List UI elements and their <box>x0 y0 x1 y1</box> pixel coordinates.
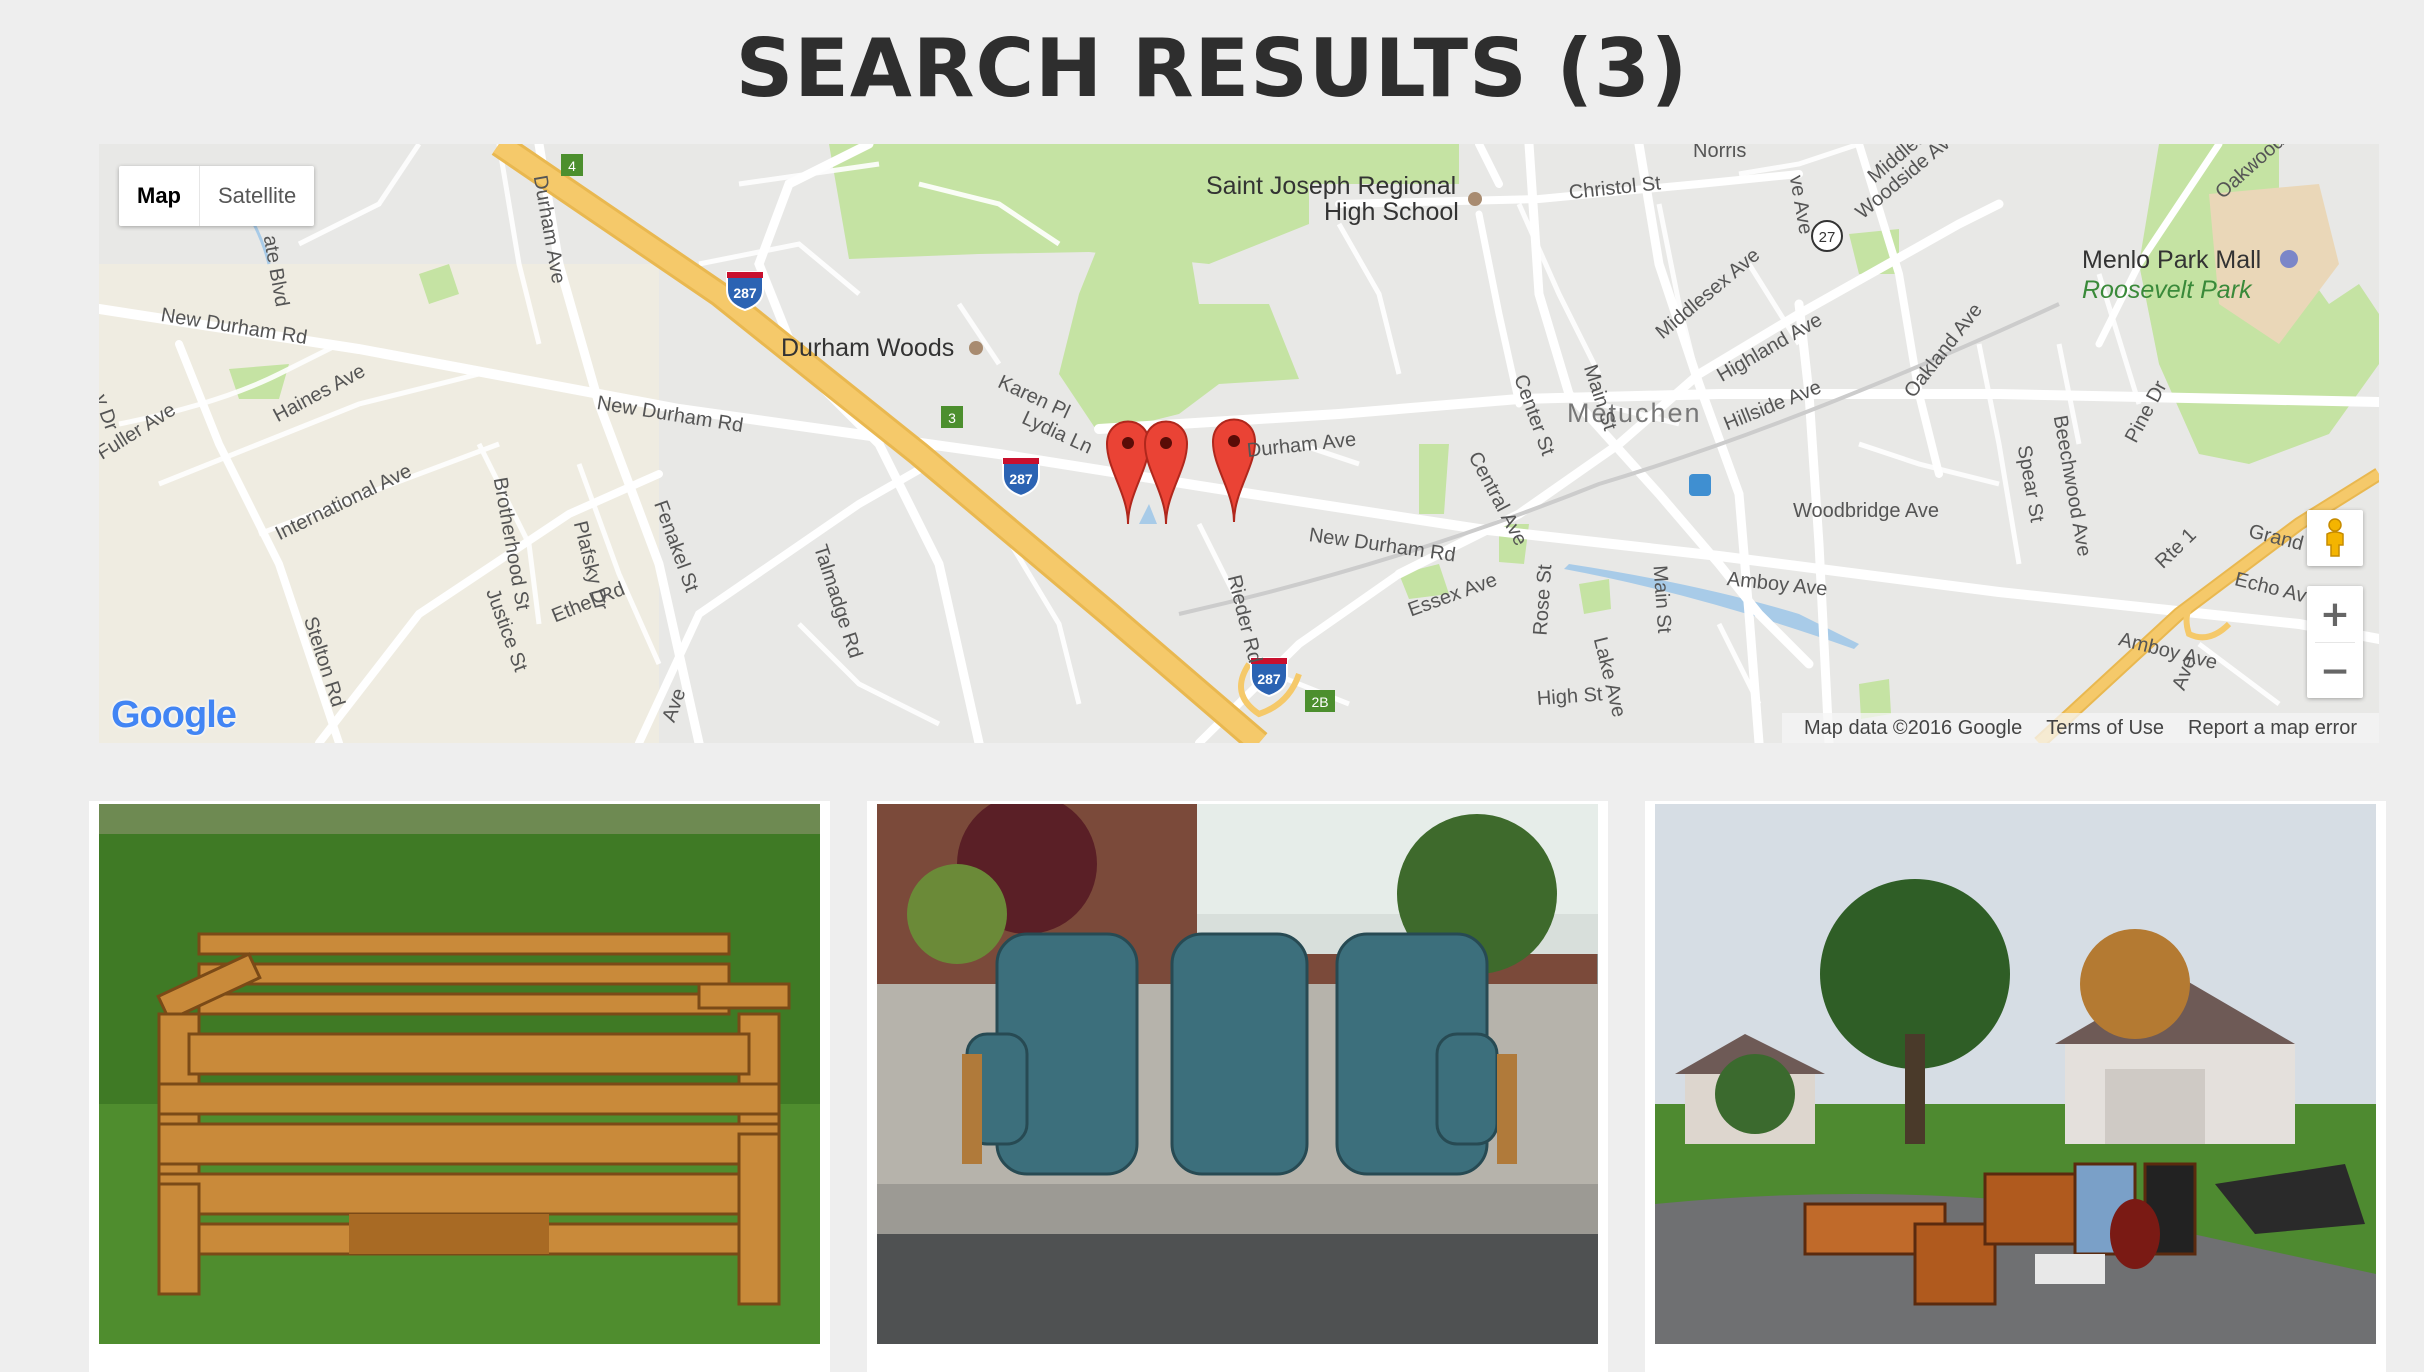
google-logo-text: Google <box>111 694 237 736</box>
street-view-pegman[interactable] <box>2307 510 2363 566</box>
map-type-control: Map Satellite <box>119 166 315 226</box>
train-station-icon <box>1689 474 1711 496</box>
map-type-satellite-button[interactable]: Satellite <box>199 166 314 226</box>
results-map[interactable]: 287 287 287 4 3 2B 27 Saint Joseph Regio… <box>99 144 2379 743</box>
curbside-photo <box>1655 804 2376 1344</box>
map-label-durham-woods: Durham Woods <box>781 334 955 362</box>
svg-text:3: 3 <box>948 410 956 426</box>
zoom-in-button[interactable]: + <box>2307 586 2363 642</box>
school-poi-icon <box>1468 192 1482 206</box>
map-label-high-st: High St <box>1536 683 1604 710</box>
recliners-photo <box>877 804 1598 1344</box>
map-label-roosevelt-park: Roosevelt Park <box>2082 276 2252 304</box>
result-card-3[interactable] <box>1645 801 2386 1372</box>
interstate-287-shield-b: 287 <box>1002 457 1040 498</box>
exit-4-sign: 4 <box>561 154 583 176</box>
svg-text:4: 4 <box>568 158 576 174</box>
map-label-main-st-2: Main St <box>1648 564 1676 634</box>
svg-text:27: 27 <box>1819 229 1836 246</box>
map-label-menlo-park-mall: Menlo Park Mall <box>2082 246 2262 274</box>
zoom-control: + − <box>2307 586 2363 698</box>
svg-text:287: 287 <box>733 285 757 301</box>
durham-woods-poi-icon <box>969 341 983 355</box>
bench-photo <box>99 804 820 1344</box>
mall-poi-icon <box>2280 250 2298 268</box>
map-attribution: Map data ©2016 Google Terms of Use Repor… <box>1781 713 2379 743</box>
svg-text:2B: 2B <box>1311 694 1328 710</box>
result-image-bench[interactable] <box>99 804 820 1344</box>
svg-text:287: 287 <box>1009 471 1033 487</box>
map-canvas[interactable]: 287 287 287 4 3 2B 27 <box>99 144 2379 743</box>
report-map-error-link[interactable]: Report a map error <box>2176 713 2369 743</box>
terms-of-use-link[interactable]: Terms of Use <box>2034 713 2176 743</box>
result-image-recliners[interactable] <box>877 804 1598 1344</box>
route-27-shield: 27 <box>1811 220 1843 252</box>
map-label-metuchen: Metuchen <box>1567 398 1702 428</box>
map-label-norris: Norris <box>1693 144 1747 162</box>
map-type-map-button[interactable]: Map <box>119 166 199 226</box>
interstate-287-shield-a: 287 <box>726 271 764 312</box>
result-image-curbside-furniture[interactable] <box>1655 804 2376 1344</box>
map-label-saint-joseph: Saint Joseph Regional <box>1206 172 1457 200</box>
map-label-high-school: High School <box>1324 198 1459 226</box>
exit-3-sign: 3 <box>941 406 963 428</box>
map-data-attribution: Map data ©2016 Google <box>1803 717 2023 739</box>
exit-2b-sign: 2B <box>1305 690 1335 712</box>
result-card-2[interactable] <box>867 801 1608 1372</box>
google-logo[interactable]: Google <box>111 694 237 737</box>
result-card-1[interactable] <box>89 801 830 1372</box>
map-label-woodbridge-ave: Woodbridge Ave <box>1793 500 1940 522</box>
interstate-287-shield-c: 287 <box>1250 657 1288 698</box>
page-title: SEARCH RESULTS (3) <box>735 22 1689 115</box>
zoom-out-button[interactable]: − <box>2307 643 2363 699</box>
svg-text:287: 287 <box>1257 671 1281 687</box>
pegman-icon <box>2326 518 2344 557</box>
